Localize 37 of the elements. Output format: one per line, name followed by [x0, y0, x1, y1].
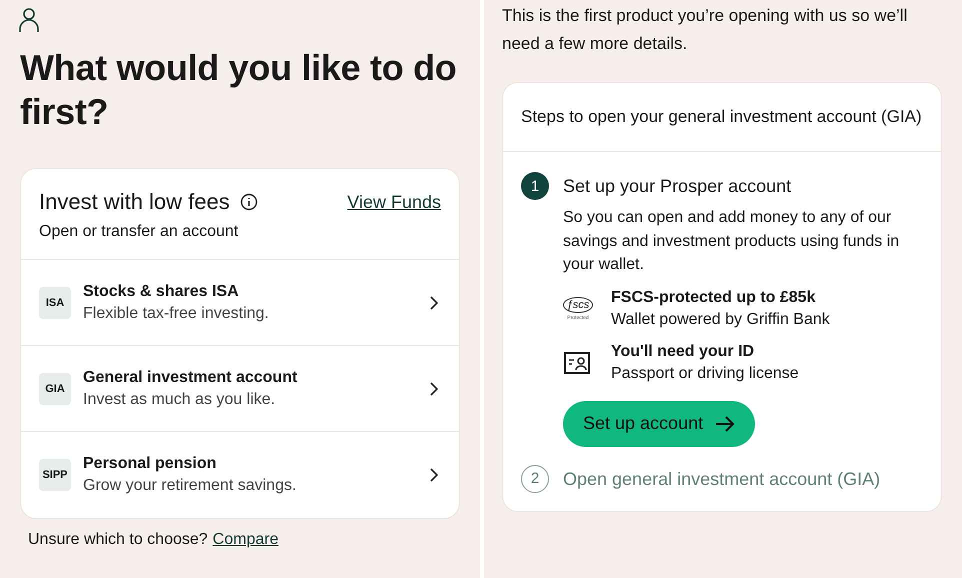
intro-text: This is the first product you’re opening with us so we’ll need a few more details.: [502, 5, 908, 55]
step-number: 1: [521, 172, 549, 200]
chevron-right-icon: [429, 294, 439, 310]
feature-title: FSCS-protected up to £85k: [611, 288, 816, 306]
step-description: So you can open and add money to any of our savings and investment products using funds in your wallet.: [563, 208, 900, 275]
id-card-icon: [563, 350, 593, 374]
product-badge: SIPP: [39, 459, 71, 491]
product-name: Stocks & shares ISA: [83, 282, 240, 300]
arrow-right-icon: [715, 416, 736, 432]
step-number: 2: [521, 464, 549, 492]
product-name: Personal pension: [83, 455, 218, 473]
product-row[interactable]: GIA General investment account Invest as much as you like.: [21, 346, 459, 432]
product-description: Invest as much as you like.: [83, 390, 276, 408]
feature-text: Wallet powered by Griffin Bank: [611, 310, 830, 328]
product-name: General investment account: [83, 368, 298, 386]
feature-title: You'll need your ID: [611, 342, 756, 360]
chevron-right-icon: [429, 467, 439, 483]
step-title: Set up your Prosper account: [563, 175, 792, 198]
info-icon[interactable]: [240, 193, 258, 211]
set-up-account-button[interactable]: Set up account: [563, 400, 756, 446]
card-subtitle: Open or transfer an account: [39, 223, 240, 241]
step-title[interactable]: Open general investment account (GIA): [563, 464, 923, 492]
product-badge: ISA: [39, 286, 71, 318]
steps-title: Steps to open your general investment account (GIA): [503, 83, 941, 152]
product-row[interactable]: SIPP Personal pension Grow your retirement savings.: [21, 432, 459, 518]
feature-text: Passport or driving license: [611, 364, 799, 382]
product-row[interactable]: ISA Stocks & shares ISA Flexible tax-free investing.: [21, 260, 459, 346]
footer-text: Unsure which to choose?: [28, 531, 208, 549]
user-icon[interactable]: [18, 8, 40, 34]
chevron-right-icon: [429, 380, 439, 396]
product-description: Grow your retirement savings.: [83, 477, 298, 495]
product-badge: GIA: [39, 372, 71, 404]
card-title: Invest with low fees: [39, 189, 230, 215]
compare-link[interactable]: Compare: [212, 531, 278, 549]
view-funds-link[interactable]: View Funds: [347, 192, 441, 212]
product-description: Flexible tax-free investing.: [83, 304, 270, 322]
page-title: What would you like to do first?: [20, 46, 458, 134]
